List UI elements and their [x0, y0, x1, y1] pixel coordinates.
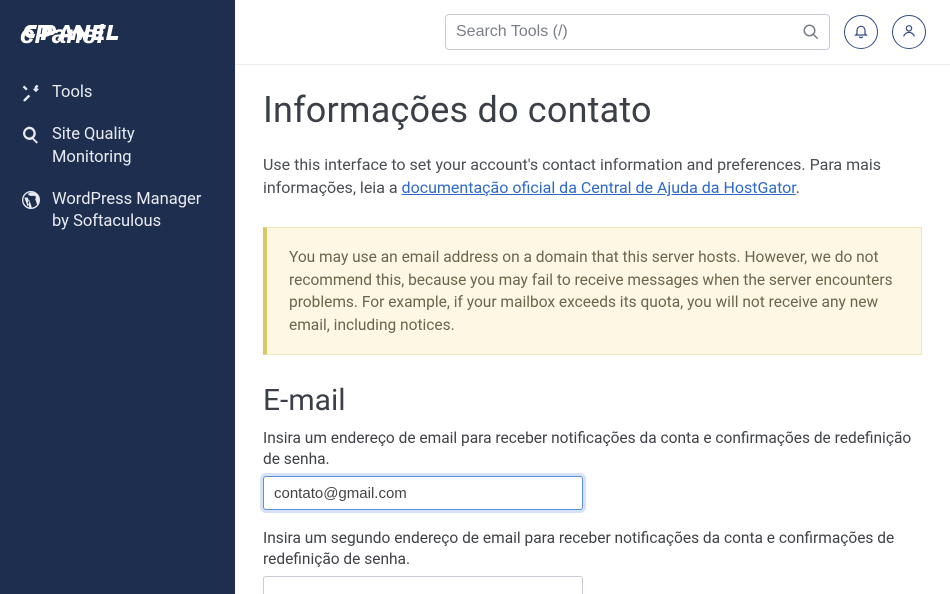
cpanel-logo: cPanel — [0, 18, 235, 72]
search-wrap — [445, 14, 830, 50]
sidebar-item-label: WordPress Manager by Softaculous — [52, 189, 215, 234]
email2-label: Insira um segundo endereço de email para… — [263, 528, 922, 570]
intro-doc-link[interactable]: documentação oficial da Central de Ajuda… — [402, 178, 796, 197]
notifications-button[interactable] — [844, 15, 878, 49]
sidebar-item-label: Site Quality Monitoring — [52, 124, 215, 169]
account-button[interactable] — [892, 15, 926, 49]
tools-icon — [20, 82, 42, 104]
topbar — [235, 0, 950, 65]
content: Informações do contato Use this interfac… — [235, 65, 950, 594]
sidebar-item-label: Tools — [52, 82, 92, 104]
warning-notice: You may use an email address on a domain… — [263, 227, 922, 355]
bell-icon — [853, 23, 869, 42]
user-icon — [901, 23, 917, 42]
page-title: Informações do contato — [263, 89, 922, 131]
intro-text: Use this interface to set your account's… — [263, 153, 922, 199]
sidebar: cPanel Tools Site Quality Monitoring Wor… — [0, 0, 235, 594]
sidebar-item-wordpress[interactable]: WordPress Manager by Softaculous — [0, 179, 235, 244]
magnify-icon — [20, 124, 42, 146]
search-input[interactable] — [445, 14, 830, 50]
main: Informações do contato Use this interfac… — [235, 0, 950, 594]
intro-suffix: . — [796, 178, 800, 197]
email2-input[interactable] — [263, 576, 583, 594]
email1-input[interactable] — [263, 476, 583, 510]
email1-label: Insira um endereço de email para receber… — [263, 428, 922, 470]
sidebar-item-site-quality[interactable]: Site Quality Monitoring — [0, 114, 235, 179]
sidebar-item-tools[interactable]: Tools — [0, 72, 235, 114]
svg-text:cPanel: cPanel — [20, 19, 105, 46]
email-section-title: E-mail — [263, 383, 922, 418]
search-icon — [802, 23, 820, 41]
wordpress-icon — [20, 189, 42, 211]
